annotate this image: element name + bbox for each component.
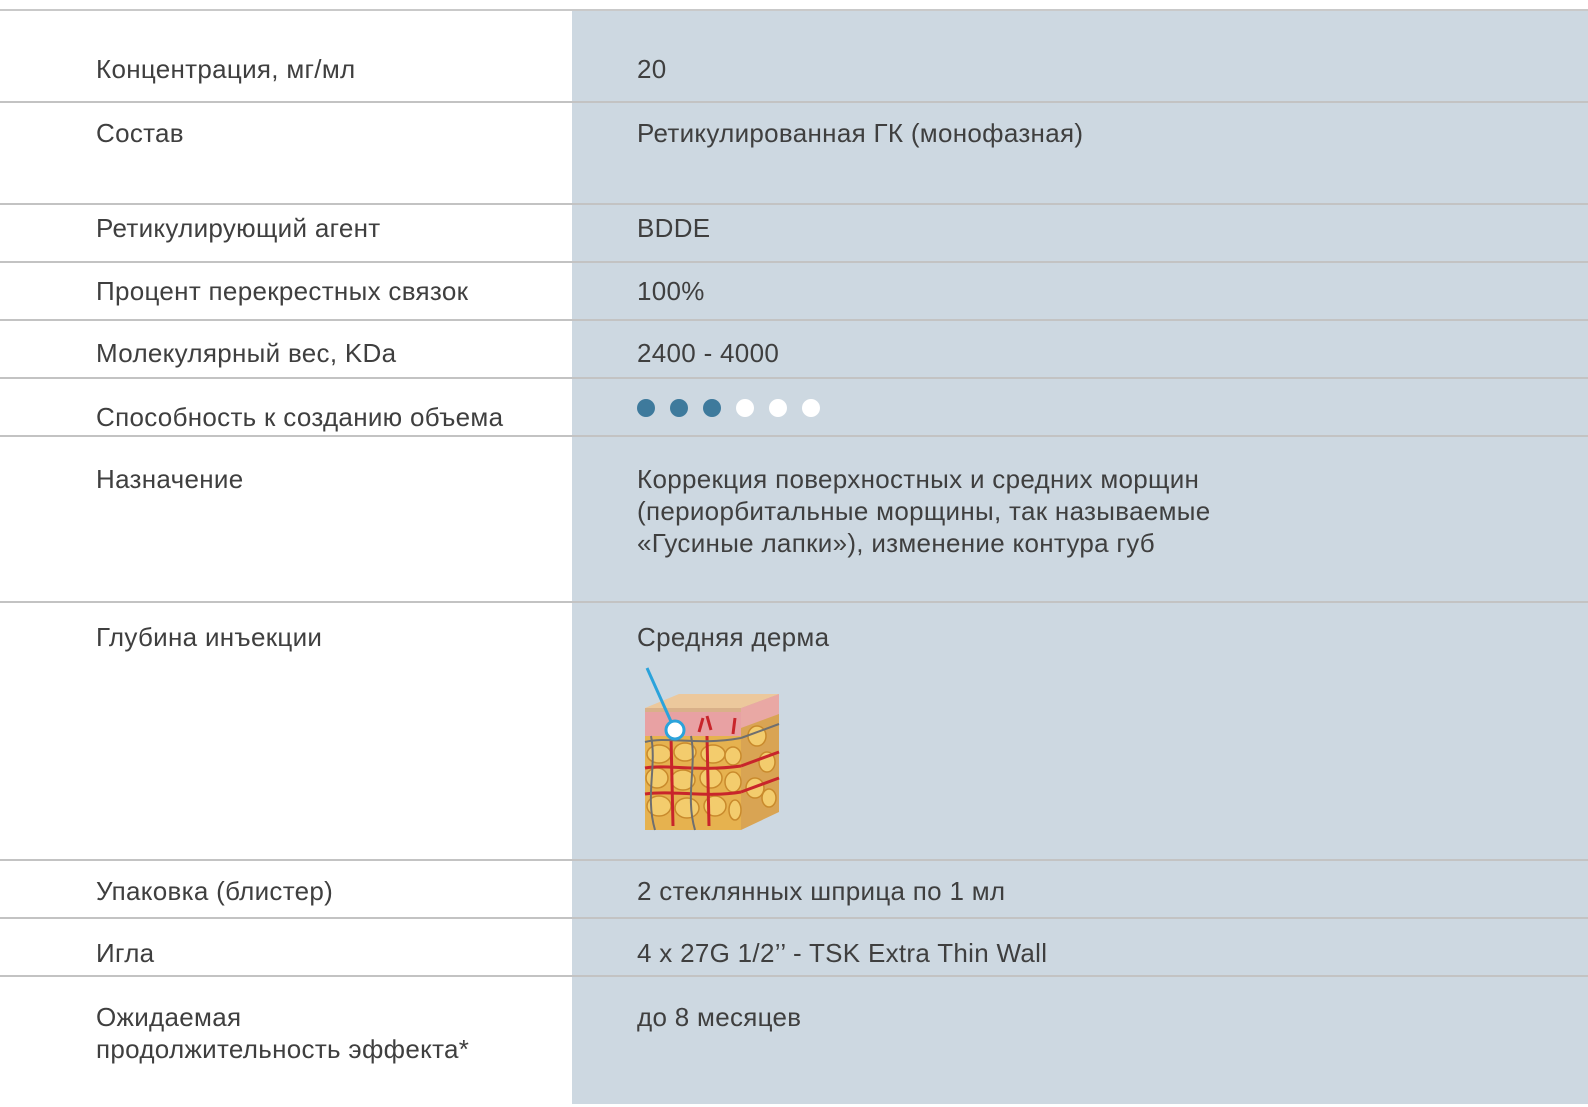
table-row: Ретикулирующий агент BDDE — [0, 205, 1588, 263]
row-label: Упаковка (блистер) — [96, 876, 334, 906]
row-label: Концентрация, мг/мл — [96, 54, 356, 84]
row-value: 100% — [637, 276, 705, 306]
row-label: Ожидаемая продолжительность эффекта* — [96, 1002, 470, 1064]
table-row: Молекулярный вес, KDa 2400 - 4000 — [0, 321, 1588, 379]
row-value: Средняя дерма — [637, 622, 830, 652]
table-row: Состав Ретикулированная ГК (монофазная) — [0, 103, 1588, 205]
table-row: Упаковка (блистер) 2 стеклянных шприца п… — [0, 861, 1588, 919]
spec-table: Концентрация, мг/мл 20 Состав Ретикулиро… — [0, 11, 1588, 1107]
row-value: до 8 месяцев — [637, 1002, 802, 1032]
table-row: Игла 4 x 27G 1/2’’ - TSK Extra Thin Wall — [0, 919, 1588, 977]
rating-dot-empty — [802, 399, 820, 417]
row-value: 4 x 27G 1/2’’ - TSK Extra Thin Wall — [637, 938, 1048, 968]
row-label: Способность к созданию объема — [96, 402, 504, 432]
row-label: Ретикулирующий агент — [96, 213, 381, 243]
rating-dot-empty — [769, 399, 787, 417]
table-row: Назначение Коррекция поверхностных и сре… — [0, 437, 1588, 603]
table-row: Концентрация, мг/мл 20 — [0, 11, 1588, 103]
row-label: Назначение — [96, 464, 244, 494]
table-row: Процент перекрестных связок 100% — [0, 263, 1588, 321]
rating-dot-filled — [703, 399, 721, 417]
row-value: Ретикулированная ГК (монофазная) — [637, 118, 1084, 148]
row-label: Игла — [96, 938, 155, 968]
rating-dot-filled — [637, 399, 655, 417]
row-value: 20 — [637, 54, 667, 84]
row-value: 2400 - 4000 — [637, 338, 780, 368]
row-label: Глубина инъекции — [96, 622, 323, 652]
table-row: Ожидаемая продолжительность эффекта* до … — [0, 977, 1588, 1107]
table-row: Глубина инъекции Средняя дерма — [0, 603, 1588, 861]
row-value: 2 стеклянных шприца по 1 мл — [637, 876, 1006, 906]
volume-rating — [637, 399, 820, 417]
skin-layers-icon — [644, 667, 780, 831]
rating-dot-filled — [670, 399, 688, 417]
rating-dot-empty — [736, 399, 754, 417]
row-value: Коррекция поверхностных и средних морщин… — [637, 464, 1211, 558]
row-label: Процент перекрестных связок — [96, 276, 469, 306]
table-row: Способность к созданию объема — [0, 379, 1588, 437]
row-value: BDDE — [637, 213, 711, 243]
row-label: Состав — [96, 118, 184, 148]
row-label: Молекулярный вес, KDa — [96, 338, 397, 368]
